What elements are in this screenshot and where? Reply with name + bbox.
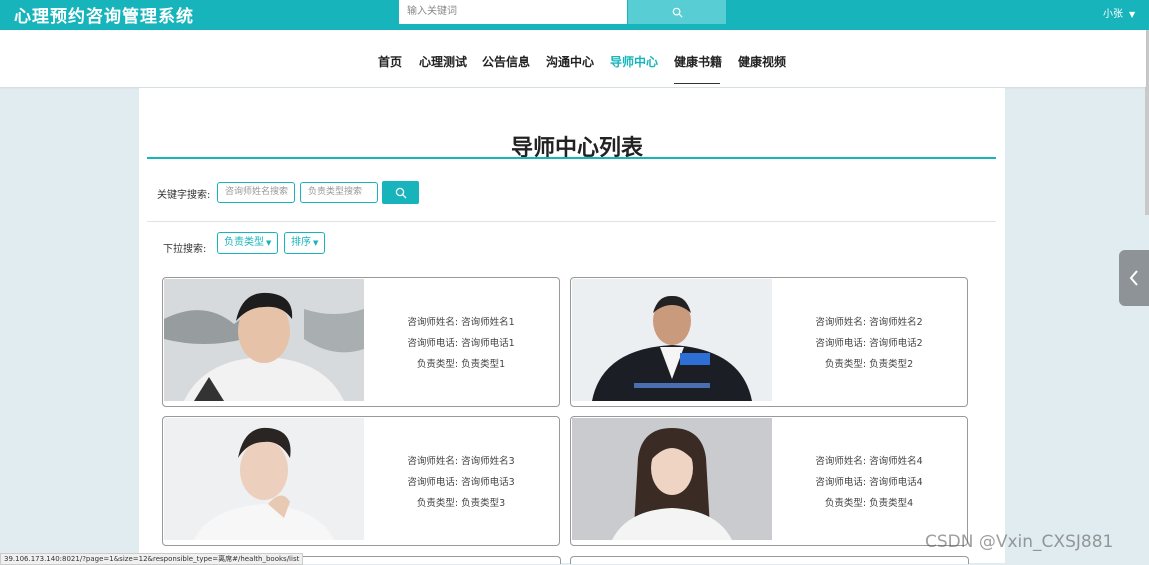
header-search-input[interactable]: 输入关键词 <box>399 0 627 24</box>
counselor-phone: 咨询师电话1 <box>461 338 515 349</box>
counselor-name-label: 咨询师姓名: <box>815 456 867 467</box>
keyword-search-label: 关键字搜索: <box>157 190 211 201</box>
status-bar-url: 39.106.173.140:8021/?page=1&size=12&resp… <box>0 553 304 565</box>
counselor-info: 咨询师姓名: 咨询师姓名2 咨询师电话: 咨询师电话2 负责类型: 负责类型2 <box>771 312 967 375</box>
counselor-info: 咨询师姓名: 咨询师姓名3 咨询师电话: 咨询师电话3 负责类型: 负责类型3 <box>363 451 559 514</box>
chevron-down-icon: ▼ <box>313 239 319 247</box>
header-search-button[interactable] <box>628 0 726 24</box>
counselor-name-label: 咨询师姓名: <box>815 317 867 328</box>
side-drawer-toggle[interactable] <box>1119 250 1149 306</box>
counselor-type-row: 负责类型: 负责类型2 <box>771 354 967 375</box>
counselor-info: 咨询师姓名: 咨询师姓名1 咨询师电话: 咨询师电话1 负责类型: 负责类型1 <box>363 312 559 375</box>
chevron-down-icon: ▼ <box>266 239 272 247</box>
filter-divider <box>147 221 996 222</box>
counselor-name: 咨询师姓名3 <box>461 456 515 467</box>
counselor-name-row: 咨询师姓名: 咨询师姓名1 <box>363 312 559 333</box>
responsible-type-label: 负责类型: <box>416 498 459 509</box>
nav-hover-underline <box>674 83 720 84</box>
responsible-type: 负责类型2 <box>869 359 914 370</box>
sort-dropdown[interactable]: 排序 ▼ <box>284 232 326 254</box>
responsible-type-label: 负责类型: <box>824 359 867 370</box>
nav-item-mentor-center[interactable]: 导师中心 <box>610 53 658 70</box>
search-button[interactable] <box>382 181 419 204</box>
user-menu[interactable]: 小张 ▼ <box>1103 5 1135 20</box>
counselor-type-row: 负责类型: 负责类型4 <box>771 493 967 514</box>
counselor-name: 咨询师姓名4 <box>869 456 923 467</box>
nav-item-psych-test[interactable]: 心理测试 <box>419 53 467 70</box>
nav-item-announcements[interactable]: 公告信息 <box>482 53 530 70</box>
counselor-phone-label: 咨询师电话: <box>407 338 459 349</box>
counselor-name: 咨询师姓名2 <box>869 317 923 328</box>
counselor-phone-row: 咨询师电话: 咨询师电话1 <box>363 333 559 354</box>
nav-item-home[interactable]: 首页 <box>378 53 402 70</box>
counselor-phone-label: 咨询师电话: <box>815 477 867 488</box>
sort-dropdown-label: 排序 <box>291 237 311 248</box>
counselor-name-label: 咨询师姓名: <box>407 456 459 467</box>
responsible-type-dropdown-label: 负责类型 <box>224 237 264 248</box>
counselor-phone: 咨询师电话4 <box>869 477 923 488</box>
counselor-phone-label: 咨询师电话: <box>407 477 459 488</box>
counselor-name-search-input[interactable]: 咨询师姓名搜索 <box>217 182 295 203</box>
counselor-phone-label: 咨询师电话: <box>815 338 867 349</box>
counselor-phone: 咨询师电话2 <box>869 338 923 349</box>
counselor-name-row: 咨询师姓名: 咨询师姓名2 <box>771 312 967 333</box>
counselor-type-row: 负责类型: 负责类型3 <box>363 493 559 514</box>
counselor-name-label: 咨询师姓名: <box>407 317 459 328</box>
chevron-left-icon <box>1129 270 1138 286</box>
counselor-name: 咨询师姓名1 <box>461 317 515 328</box>
counselor-phone-row: 咨询师电话: 咨询师电话2 <box>771 333 967 354</box>
counselor-phone: 咨询师电话3 <box>461 477 515 488</box>
title-divider <box>147 157 996 159</box>
counselor-photo <box>164 279 364 401</box>
counselor-photo <box>572 279 772 401</box>
user-name: 小张 <box>1103 9 1123 20</box>
search-icon <box>672 7 683 18</box>
chevron-down-icon: ▼ <box>1129 10 1136 19</box>
watermark: CSDN @Vxin_CXSJ881 <box>925 532 1114 552</box>
nav-bar: 首页 心理测试 公告信息 沟通中心 导师中心 健康书籍 健康视频 <box>0 30 1146 87</box>
responsible-type: 负责类型1 <box>461 359 506 370</box>
counselor-name-row: 咨询师姓名: 咨询师姓名4 <box>771 451 967 472</box>
counselor-card[interactable]: 咨询师姓名: 咨询师姓名2 咨询师电话: 咨询师电话2 负责类型: 负责类型2 <box>570 277 968 407</box>
nav-item-health-videos[interactable]: 健康视频 <box>738 53 786 70</box>
counselor-card[interactable]: 咨询师姓名: 咨询师姓名4 咨询师电话: 咨询师电话4 负责类型: 负责类型4 <box>570 416 968 546</box>
counselor-photo <box>572 418 772 540</box>
top-bar: 心理预约咨询管理系统 输入关键词 小张 ▼ <box>0 0 1149 30</box>
responsible-type: 负责类型4 <box>869 498 914 509</box>
counselor-card[interactable]: 咨询师姓名: 咨询师姓名1 咨询师电话: 咨询师电话1 负责类型: 负责类型1 <box>162 277 560 407</box>
counselor-type-row: 负责类型: 负责类型1 <box>363 354 559 375</box>
counselor-info: 咨询师姓名: 咨询师姓名4 咨询师电话: 咨询师电话4 负责类型: 负责类型4 <box>771 451 967 514</box>
nav-item-communication[interactable]: 沟通中心 <box>546 53 594 70</box>
responsible-type-label: 负责类型: <box>416 359 459 370</box>
responsible-type-dropdown[interactable]: 负责类型 ▼ <box>217 232 279 254</box>
counselor-card[interactable]: 咨询师姓名: 咨询师姓名3 咨询师电话: 咨询师电话3 负责类型: 负责类型3 <box>162 416 560 546</box>
counselor-phone-row: 咨询师电话: 咨询师电话3 <box>363 472 559 493</box>
responsible-type-label: 负责类型: <box>824 498 867 509</box>
dropdown-search-label: 下拉搜索: <box>163 244 207 255</box>
search-icon <box>395 187 406 198</box>
responsible-type-search-input[interactable]: 负责类型搜索 <box>300 182 378 203</box>
app-title[interactable]: 心理预约咨询管理系统 <box>14 2 194 27</box>
counselor-phone-row: 咨询师电话: 咨询师电话4 <box>771 472 967 493</box>
responsible-type: 负责类型3 <box>461 498 506 509</box>
counselor-photo <box>164 418 364 540</box>
nav-item-health-books[interactable]: 健康书籍 <box>674 53 722 70</box>
counselor-name-row: 咨询师姓名: 咨询师姓名3 <box>363 451 559 472</box>
